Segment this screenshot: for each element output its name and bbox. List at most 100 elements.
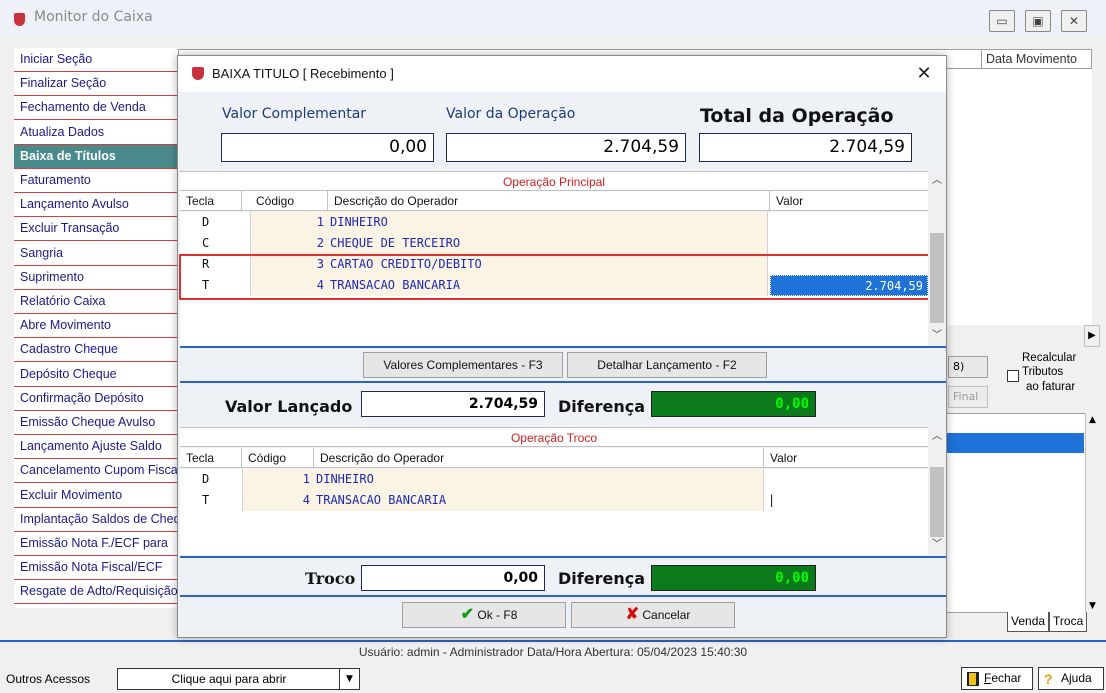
tab-venda[interactable]: Venda (1007, 612, 1050, 632)
col-valor[interactable]: Valor (764, 448, 928, 468)
diferenca-troco-field: 0,00 (651, 565, 816, 591)
door-exit-icon (967, 672, 979, 686)
close-button[interactable]: ✕ (1061, 10, 1087, 32)
cell-valor[interactable] (770, 212, 928, 233)
valor-lancado-field[interactable]: 2.704,59 (361, 391, 545, 417)
menu-item[interactable]: Excluir Transação (14, 217, 179, 242)
background-button[interactable]: 8) (948, 356, 988, 378)
fechar-button[interactable]: Fechar (961, 667, 1033, 690)
detalhar-lancamento-button[interactable]: Detalhar Lançamento - F2 (567, 352, 767, 378)
menu-item[interactable]: Suprimento (14, 265, 179, 290)
recalc-label-2: Tributos (1022, 366, 1064, 378)
menu-item[interactable]: Cancelamento Cupom Fiscal (14, 459, 179, 484)
menu-item[interactable]: Resgate de Adto/Requisição (14, 580, 179, 605)
background-list-scrollbar[interactable]: ▲ ▼ (1085, 413, 1101, 613)
scroll-thumb[interactable] (930, 467, 944, 537)
menu-item[interactable]: Emissão Nota Fiscal/ECF (14, 556, 179, 581)
col-descricao[interactable]: Descrição do Operador (328, 191, 770, 211)
cell-valor[interactable] (770, 233, 928, 254)
chevron-down-icon[interactable]: ▼ (339, 669, 359, 689)
ok-button[interactable]: ✔ Ok - F8 (402, 602, 566, 628)
scroll-down-icon[interactable]: ﹀ (928, 537, 946, 553)
menu-item[interactable]: Abre Movimento (14, 314, 179, 339)
cell-codigo: 1 (242, 469, 314, 490)
table-row[interactable]: D 1 DINHEIRO (180, 469, 928, 490)
table-row[interactable]: C 2 CHEQUE DE TERCEIRO (180, 233, 928, 254)
minimize-button[interactable]: ▭ (989, 10, 1015, 32)
cell-valor[interactable] (764, 469, 928, 490)
table-row[interactable]: D 1 DINHEIRO (180, 212, 928, 233)
cell-descricao: DINHEIRO (328, 212, 768, 233)
menu-item[interactable]: Implantação Saldos de Cheque (14, 507, 179, 532)
background-grid-body[interactable] (946, 69, 1092, 325)
recalc-label-3: ao faturar (1026, 381, 1076, 393)
valor-operacao-field[interactable]: 2.704,59 (446, 133, 686, 162)
highlight-box (179, 254, 931, 300)
menu-item[interactable]: Sangria (14, 241, 179, 266)
tab-troca[interactable]: Troca (1049, 612, 1088, 632)
menu-item[interactable]: Relatório Caixa (14, 290, 179, 314)
col-descricao[interactable]: Descrição do Operador (314, 448, 764, 468)
col-codigo[interactable]: Código (242, 448, 314, 468)
diferenca-field: 0,00 (651, 391, 816, 417)
scroll-up-icon[interactable]: ︿ (928, 173, 946, 189)
operacao-principal-title: Operação Principal (180, 171, 928, 191)
dialog-shield-icon (192, 67, 204, 80)
cell-descricao: CHEQUE DE TERCEIRO (328, 233, 768, 254)
maximize-button[interactable]: ▣ (1025, 10, 1051, 32)
cell-codigo: 1 (250, 212, 328, 233)
menu-item[interactable]: Finalizar Seção (14, 72, 179, 97)
troco-grid-header: Tecla Código Descrição do Operador Valor (180, 448, 928, 468)
menu-item[interactable]: Fechamento de Venda (14, 96, 179, 121)
background-list-selected-row[interactable] (947, 433, 1084, 453)
baixa-titulo-dialog: BAIXA TITULO [ Recebimento ] ✕ Valor Com… (177, 55, 947, 638)
outros-acessos-select[interactable]: Clique aqui para abrir ▼ (117, 668, 360, 690)
check-icon: ✔ (460, 606, 475, 623)
principal-grid-header: Tecla Código Descrição do Operador Valor (180, 191, 928, 211)
ajuda-button[interactable]: ? Ajuda (1038, 667, 1104, 690)
col-data-movimento[interactable]: Data Movimento (981, 50, 1091, 68)
menu-item[interactable]: Atualiza Dados (14, 120, 179, 145)
scroll-down-icon[interactable]: ﹀ (928, 328, 946, 344)
scroll-up-icon[interactable]: ︿ (928, 429, 946, 445)
dialog-close-icon[interactable]: ✕ (912, 62, 936, 86)
col-valor[interactable]: Valor (770, 191, 928, 211)
total-operacao-field[interactable]: 2.704,59 (699, 133, 912, 162)
troco-field[interactable]: 0,00 (361, 565, 545, 591)
menu-item[interactable]: Cadastro Cheque (14, 338, 179, 363)
col-codigo[interactable]: Código (250, 191, 328, 211)
menu-item[interactable]: Depósito Cheque (14, 362, 179, 387)
troco-grid-empty (180, 511, 928, 555)
menu-item[interactable]: Faturamento (14, 169, 179, 193)
recalcular-checkbox[interactable] (1007, 370, 1019, 382)
scroll-right-arrow-icon[interactable]: ▶ (1084, 325, 1100, 347)
menu-item[interactable]: Baixa de Títulos (14, 144, 179, 169)
menu-item[interactable]: Confirmação Depósito (14, 386, 179, 411)
main-titlebar: Monitor do Caixa ▭ ▣ ✕ (0, 0, 1106, 38)
valor-complementar-field[interactable]: 0,00 (221, 133, 434, 162)
cell-codigo: 2 (250, 233, 328, 254)
diferenca-label: Diferença (558, 397, 645, 416)
left-menu: Iniciar Seção Finalizar Seção Fechamento d… (14, 48, 179, 608)
help-question-icon: ? (1044, 671, 1053, 687)
background-final-button[interactable]: Final (948, 386, 988, 408)
principal-scrollbar[interactable]: ︿ ﹀ (928, 171, 946, 346)
cancelar-button[interactable]: ✘ Cancelar (571, 602, 735, 628)
col-tecla[interactable]: Tecla (180, 448, 242, 468)
menu-item[interactable]: Excluir Movimento (14, 483, 179, 508)
menu-item[interactable]: Emissão Nota F./ECF para (14, 532, 179, 556)
cell-valor[interactable]: | (764, 490, 928, 511)
valor-operacao-label: Valor da Operação (446, 106, 576, 122)
valores-complementares-button[interactable]: Valores Complementares - F3 (363, 352, 563, 378)
fechar-label: echar (991, 671, 1022, 685)
menu-item[interactable]: Iniciar Seção (14, 48, 179, 72)
recalc-label-1: Recalcular (1022, 352, 1077, 364)
scroll-thumb[interactable] (930, 233, 944, 323)
menu-item[interactable]: Lançamento Avulso (14, 193, 179, 218)
col-tecla[interactable]: Tecla (180, 191, 242, 211)
troco-scrollbar[interactable]: ︿ ﹀ (928, 427, 946, 555)
table-row[interactable]: T 4 TRANSACAO BANCARIA | (180, 490, 928, 511)
menu-item[interactable]: Emissão Cheque Avulso (14, 411, 179, 435)
menu-item[interactable]: Lançamento Ajuste Saldo (14, 435, 179, 460)
outros-acessos-label: Outros Acessos (6, 672, 91, 686)
